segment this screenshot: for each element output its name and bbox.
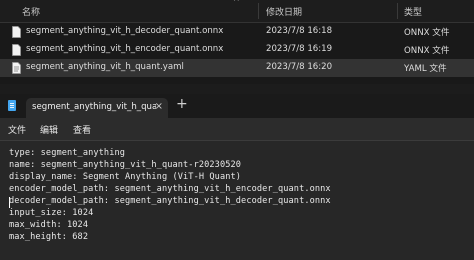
column-divider[interactable] — [258, 3, 259, 19]
text-line: type: segment_anything — [9, 148, 126, 158]
tab-title: segment_anything_vit_h_quant.yaml — [32, 102, 156, 112]
file-name: segment_anything_vit_h_decoder_quant.onn… — [26, 26, 224, 36]
file-type: ONNX 文件 — [404, 28, 450, 38]
file-name: segment_anything_vit_h_quant.yaml — [26, 62, 184, 72]
column-header-bar: ^ 名称 修改日期 类型 — [0, 0, 474, 23]
file-icon — [12, 26, 21, 38]
text-line: name: segment_anything_vit_h_quant-r2023… — [9, 160, 242, 170]
menu-file[interactable]: 文件 — [8, 123, 26, 136]
tab-yaml-file[interactable]: segment_anything_vit_h_quant.yaml × — [26, 98, 168, 118]
column-divider[interactable] — [397, 3, 398, 19]
file-date: 2023/7/8 16:18 — [266, 26, 333, 36]
new-tab-icon[interactable]: + — [176, 96, 188, 112]
text-line: display_name: Segment Anything (ViT-H Qu… — [9, 172, 242, 182]
menu-bar: 文件 编辑 查看 — [0, 118, 474, 141]
text-line: decoder_model_path: segment_anything_vit… — [9, 196, 331, 206]
text-file-icon — [12, 62, 21, 74]
text-line: input_size: 1024 — [9, 208, 94, 218]
text-line: encoder_model_path: segment_anything_vit… — [9, 184, 331, 194]
column-header-name[interactable]: 名称 — [22, 5, 40, 18]
file-row-selected[interactable]: segment_anything_vit_h_quant.yaml 2023/7… — [0, 59, 474, 77]
file-explorer: ^ 名称 修改日期 类型 segment_anything_vit_h_deco… — [0, 0, 474, 84]
menu-edit[interactable]: 编辑 — [40, 123, 58, 136]
menu-view[interactable]: 查看 — [73, 123, 91, 136]
close-icon[interactable]: × — [155, 101, 163, 112]
sort-up-icon: ^ — [233, 0, 240, 6]
column-header-date[interactable]: 修改日期 — [266, 5, 302, 18]
text-editor[interactable]: type: segment_anything name: segment_any… — [0, 141, 474, 260]
notepad-app-icon — [8, 100, 16, 111]
tab-strip: segment_anything_vit_h_quant.yaml × + — [0, 94, 474, 118]
file-date: 2023/7/8 16:20 — [266, 62, 333, 72]
file-icon — [12, 44, 21, 56]
file-row[interactable]: segment_anything_vit_h_decoder_quant.onn… — [0, 23, 474, 41]
notepad-window: segment_anything_vit_h_quant.yaml × + 文件… — [0, 94, 474, 260]
file-row[interactable]: segment_anything_vit_h_encoder_quant.onn… — [0, 41, 474, 59]
column-header-type[interactable]: 类型 — [404, 5, 422, 18]
text-line: max_width: 1024 — [9, 220, 89, 230]
file-type: ONNX 文件 — [404, 46, 450, 56]
file-date: 2023/7/8 16:19 — [266, 44, 333, 54]
text-line: max_height: 682 — [9, 232, 89, 242]
file-type: YAML 文件 — [404, 64, 447, 74]
file-name: segment_anything_vit_h_encoder_quant.onn… — [26, 44, 224, 54]
